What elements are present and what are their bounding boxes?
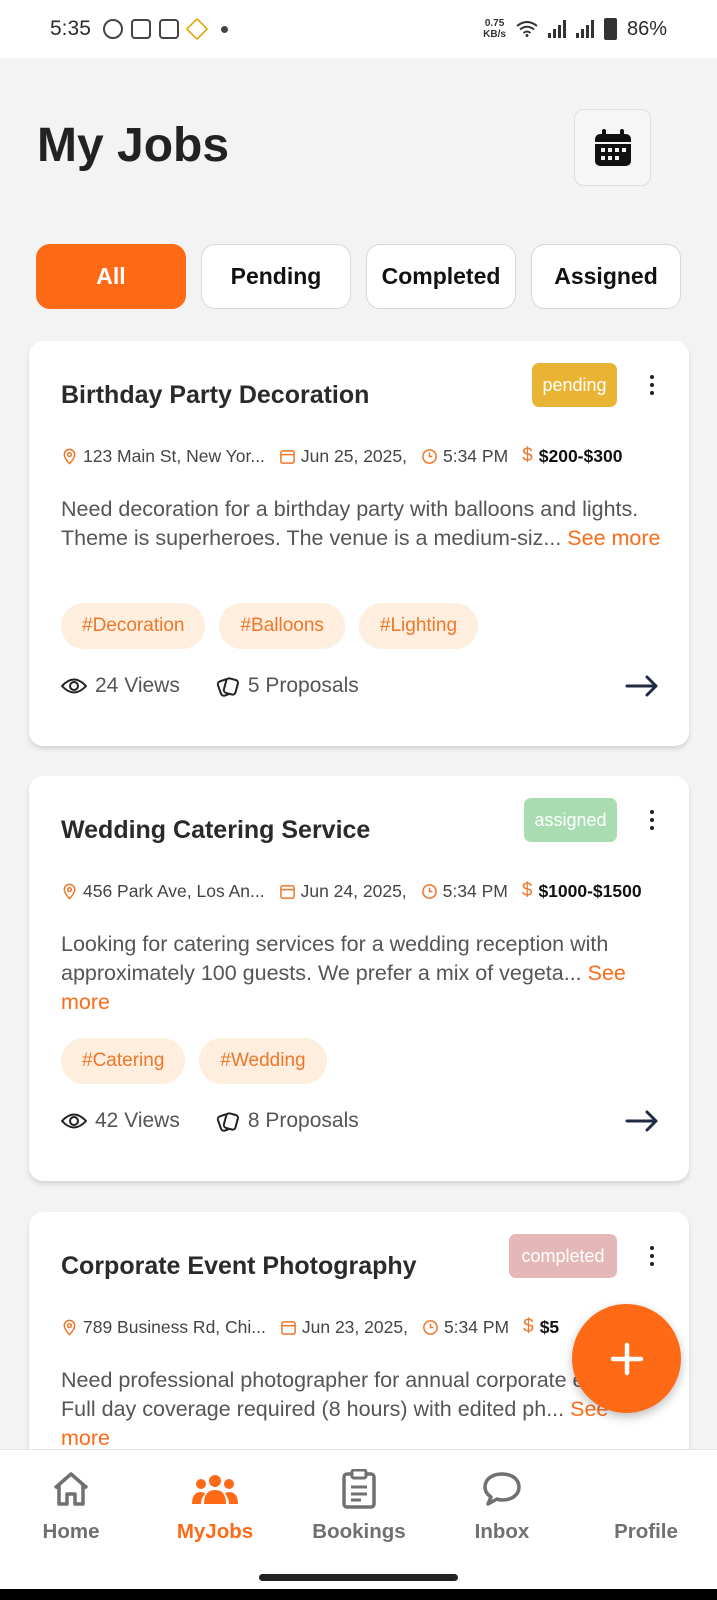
job-time: 5:34 PM bbox=[442, 445, 509, 466]
people-icon bbox=[192, 1475, 238, 1504]
tag-chip[interactable]: #Catering bbox=[61, 1038, 186, 1084]
see-more-link[interactable]: See more bbox=[567, 526, 660, 550]
calendar-icon bbox=[594, 128, 631, 166]
calendar-small-icon bbox=[279, 884, 295, 899]
job-title: Corporate Event Photography bbox=[61, 1252, 417, 1280]
tag-chip[interactable]: #Lighting bbox=[358, 603, 479, 649]
clock-icon bbox=[422, 448, 437, 464]
job-location: 789 Business Rd, Chi... bbox=[83, 1316, 266, 1337]
dollar-icon: $ bbox=[522, 445, 533, 466]
battery-icon bbox=[603, 18, 617, 40]
location-pin-icon bbox=[63, 1319, 76, 1336]
eye-icon bbox=[61, 1113, 87, 1129]
clock-icon bbox=[421, 883, 437, 899]
job-description: Looking for catering services for a wedd… bbox=[61, 932, 626, 1014]
job-meta: 123 Main St, New Yor... Jun 25, 2025, 5:… bbox=[61, 445, 622, 467]
proposals-count: 5 Proposals bbox=[247, 674, 359, 697]
job-date: Jun 25, 2025, bbox=[300, 445, 407, 466]
clipboard-icon bbox=[342, 1469, 376, 1509]
job-description: Need decoration for a birthday party wit… bbox=[61, 497, 661, 550]
status-badge: completed bbox=[509, 1234, 617, 1278]
status-badge: pending bbox=[532, 363, 617, 407]
location-pin-icon bbox=[63, 883, 76, 900]
battery-level: 86% bbox=[626, 17, 667, 40]
job-price: $5 bbox=[539, 1316, 560, 1337]
views-count: 24 Views bbox=[95, 674, 180, 697]
calendar-small-icon bbox=[281, 1320, 296, 1335]
job-date: Jun 23, 2025, bbox=[301, 1316, 408, 1337]
more-options-icon[interactable] bbox=[649, 810, 655, 830]
views-count: 42 Views bbox=[95, 1109, 180, 1132]
proposals-count: 8 Proposals bbox=[247, 1109, 359, 1132]
nav-home[interactable]: Home bbox=[1, 1468, 141, 1544]
home-indicator[interactable] bbox=[259, 1574, 458, 1581]
job-card[interactable]: Birthday Party Decoration pending 123 Ma… bbox=[29, 341, 689, 746]
nav-inbox[interactable]: Inbox bbox=[432, 1468, 572, 1544]
tab-pending[interactable]: Pending bbox=[201, 244, 351, 309]
signal-icon-2 bbox=[575, 20, 594, 38]
job-description: Need professional photographer for annua… bbox=[61, 1368, 632, 1450]
calendar-small-icon bbox=[280, 449, 295, 464]
dollar-icon: $ bbox=[521, 880, 533, 901]
job-card[interactable]: Wedding Catering Service assigned 456 Pa… bbox=[29, 776, 689, 1181]
add-job-button[interactable] bbox=[572, 1304, 681, 1413]
arrow-right-icon[interactable] bbox=[625, 1110, 659, 1132]
nav-bookings[interactable]: Bookings bbox=[289, 1468, 429, 1544]
chat-bubble-icon bbox=[483, 1472, 521, 1506]
more-options-icon[interactable] bbox=[649, 1246, 655, 1266]
page-title: My Jobs bbox=[37, 119, 230, 172]
signal-icon bbox=[547, 20, 566, 38]
job-location: 123 Main St, New Yor... bbox=[83, 445, 265, 466]
job-price: $200-$300 bbox=[538, 445, 623, 466]
job-tags: #Catering #Wedding bbox=[61, 1038, 327, 1084]
job-time: 5:34 PM bbox=[442, 880, 508, 901]
job-price: $1000-$1500 bbox=[538, 880, 642, 901]
nav-myjobs[interactable]: MyJobs bbox=[145, 1468, 285, 1544]
job-date: Jun 24, 2025, bbox=[300, 880, 407, 901]
status-badge: assigned bbox=[524, 798, 617, 842]
linkedin-icon bbox=[130, 19, 151, 39]
arrow-right-icon[interactable] bbox=[625, 675, 659, 697]
tag-chip[interactable]: #Decoration bbox=[61, 603, 206, 649]
status-time: 5:35 bbox=[50, 17, 91, 40]
status-bar: 5:35 0.75 KB/s 86% bbox=[0, 0, 717, 58]
job-meta: 456 Park Ave, Los An... Jun 24, 2025, 5:… bbox=[61, 880, 642, 902]
job-title: Wedding Catering Service bbox=[61, 816, 371, 844]
proposals-icon bbox=[216, 677, 239, 697]
tab-all[interactable]: All bbox=[36, 244, 186, 309]
plus-icon bbox=[610, 1342, 643, 1375]
whatsapp-icon bbox=[102, 19, 123, 39]
gmail-icon bbox=[158, 19, 179, 39]
tab-completed[interactable]: Completed bbox=[366, 244, 516, 309]
home-icon bbox=[53, 1472, 89, 1506]
notification-icons bbox=[102, 17, 228, 41]
job-tags: #Decoration #Balloons #Lighting bbox=[61, 603, 479, 649]
job-location: 456 Park Ave, Los An... bbox=[83, 880, 265, 901]
tag-chip[interactable]: #Wedding bbox=[199, 1038, 327, 1084]
wifi-icon bbox=[516, 21, 538, 37]
clock-icon bbox=[423, 1319, 438, 1335]
eye-icon bbox=[61, 678, 87, 694]
more-notifications-dot bbox=[220, 25, 228, 33]
binance-icon bbox=[185, 17, 209, 41]
more-options-icon[interactable] bbox=[649, 375, 655, 395]
proposals-icon bbox=[216, 1112, 239, 1132]
job-stats: 24 Views 5 Proposals bbox=[61, 674, 395, 698]
tab-assigned[interactable]: Assigned bbox=[531, 244, 681, 309]
calendar-button[interactable] bbox=[574, 109, 651, 186]
job-meta: 789 Business Rd, Chi... Jun 23, 2025, 5:… bbox=[61, 1316, 559, 1338]
filter-tabs: All Pending Completed Assigned bbox=[36, 244, 681, 309]
screen-edge bbox=[0, 1589, 717, 1600]
network-speed: 0.75 KB/s bbox=[483, 18, 506, 40]
job-stats: 42 Views 8 Proposals bbox=[61, 1109, 395, 1133]
job-time: 5:34 PM bbox=[443, 1316, 510, 1337]
nav-profile[interactable]: Profile bbox=[576, 1468, 716, 1544]
job-title: Birthday Party Decoration bbox=[61, 381, 370, 409]
dollar-icon: $ bbox=[523, 1316, 534, 1337]
location-pin-icon bbox=[63, 448, 76, 465]
tag-chip[interactable]: #Balloons bbox=[219, 603, 345, 649]
